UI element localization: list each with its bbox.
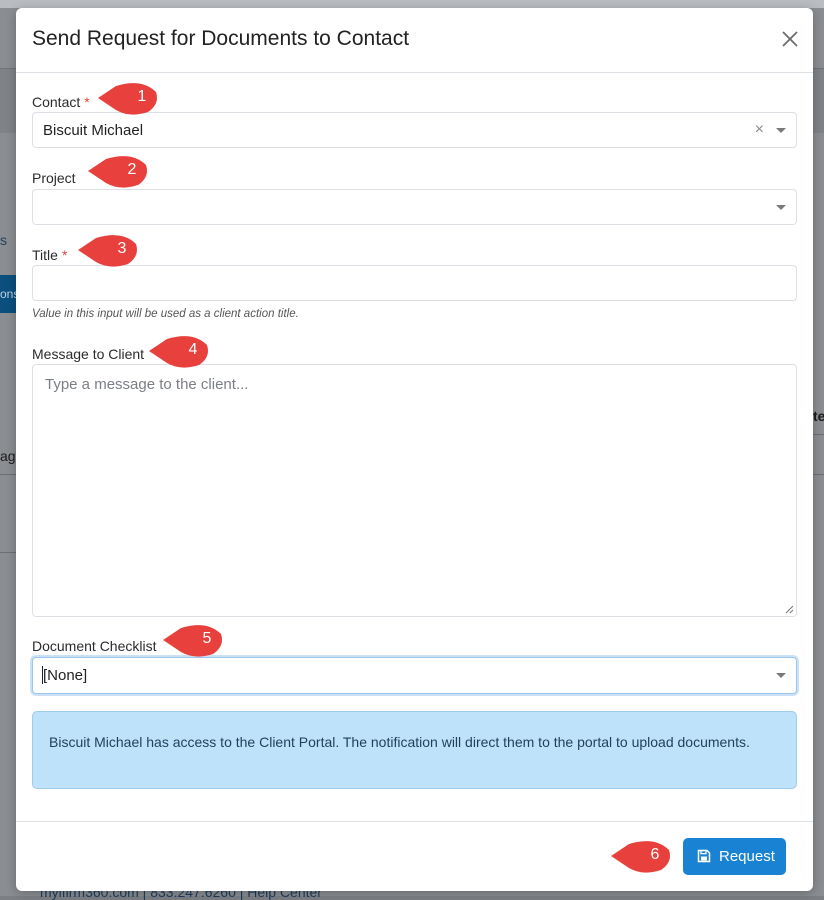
chevron-down-icon — [776, 673, 786, 678]
callout-marker-6: 6 — [611, 838, 673, 874]
contact-label: Contact * — [32, 94, 90, 110]
contact-select[interactable]: Biscuit Michael × — [32, 112, 797, 148]
chevron-down-icon — [776, 205, 786, 210]
modal-header: Send Request for Documents to Contact — [16, 8, 813, 73]
title-input[interactable] — [32, 265, 797, 301]
save-icon — [697, 849, 711, 863]
background-topbar — [0, 0, 824, 8]
checklist-label: Document Checklist — [32, 638, 157, 654]
callout-marker-3: 3 — [78, 232, 140, 268]
title-help-text: Value in this input will be used as a cl… — [32, 308, 299, 320]
clear-icon[interactable]: × — [755, 121, 764, 139]
background-cell-fragment: ag — [0, 448, 16, 464]
chevron-down-icon — [776, 128, 786, 133]
request-label: Request — [719, 848, 775, 865]
background-header-fragment: te — [813, 408, 824, 424]
message-label: Message to Client — [32, 346, 145, 362]
client-portal-alert: Biscuit Michael has access to the Client… — [32, 711, 797, 789]
callout-marker-1: 1 — [98, 80, 160, 116]
resize-grip-icon[interactable] — [784, 604, 794, 614]
request-button[interactable]: Request — [683, 838, 786, 875]
callout-marker-2: 2 — [88, 153, 150, 189]
checklist-select[interactable]: [None] — [32, 657, 797, 694]
message-placeholder: Type a message to the client... — [45, 376, 249, 393]
modal-title: Send Request for Documents to Contact — [32, 27, 410, 50]
callout-marker-5: 5 — [163, 622, 225, 658]
background-link-fragment: s — [0, 232, 7, 248]
close-button[interactable] — [777, 26, 803, 52]
project-label: Project — [32, 170, 76, 186]
project-select[interactable] — [32, 189, 797, 225]
callout-marker-4: 4 — [149, 333, 211, 369]
required-marker: * — [84, 94, 90, 110]
title-label: Title * — [32, 247, 68, 263]
contact-value: Biscuit Michael — [43, 122, 144, 139]
required-marker: * — [61, 247, 68, 263]
message-textarea[interactable]: Type a message to the client... — [32, 364, 797, 617]
close-icon — [782, 31, 798, 47]
send-request-modal: Send Request for Documents to Contact Co… — [16, 8, 813, 891]
checklist-value: [None] — [43, 667, 88, 684]
